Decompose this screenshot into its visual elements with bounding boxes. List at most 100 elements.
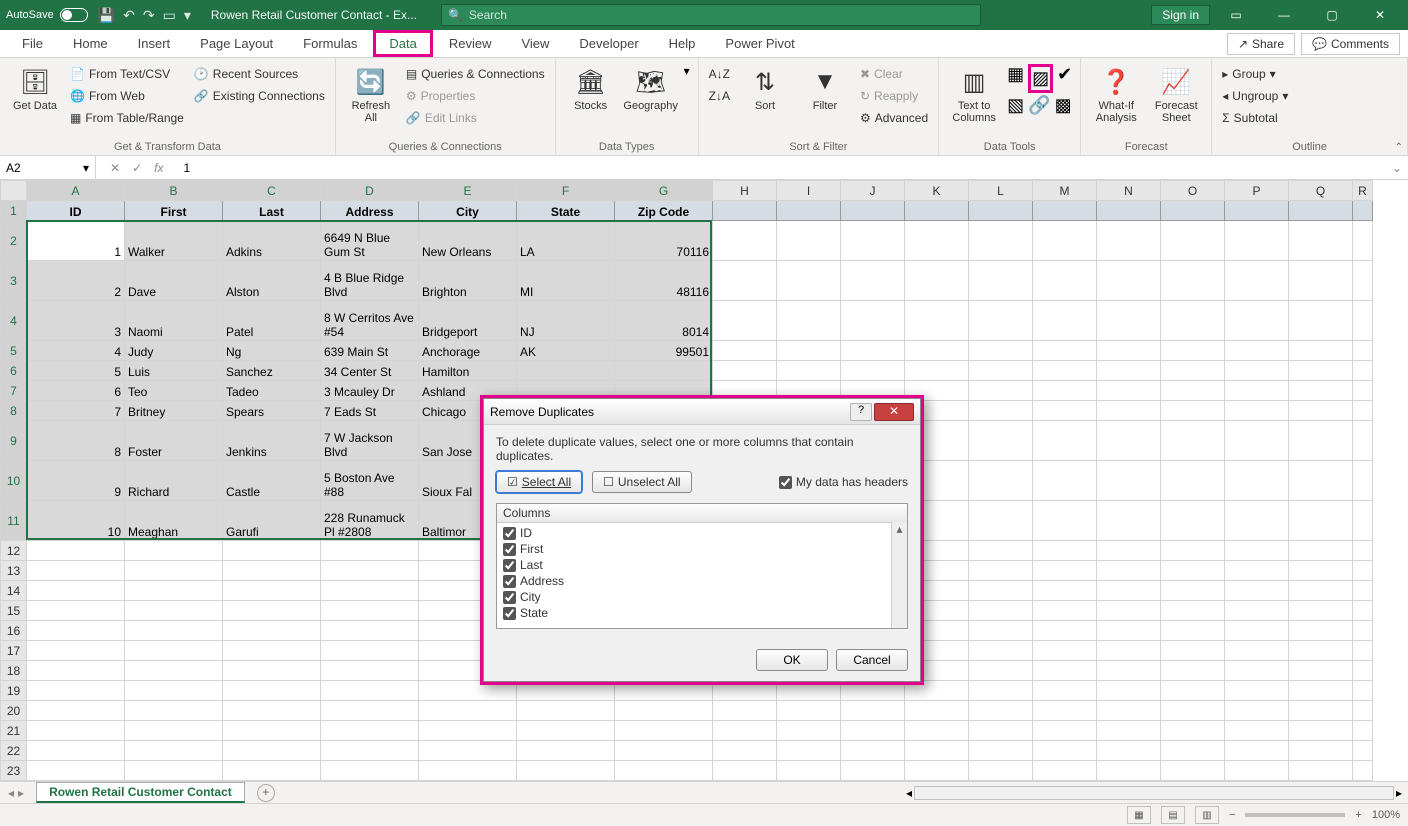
cell[interactable]	[841, 341, 905, 361]
cell[interactable]	[27, 641, 125, 661]
cell[interactable]	[321, 781, 419, 783]
tab-next-icon[interactable]: ▸	[18, 786, 24, 800]
cell[interactable]	[321, 641, 419, 661]
cell[interactable]	[1033, 541, 1097, 561]
cell[interactable]	[969, 721, 1033, 741]
cell[interactable]	[1353, 201, 1373, 221]
row-header[interactable]: 6	[1, 361, 27, 381]
cell[interactable]	[1353, 501, 1373, 541]
sort-button[interactable]: ⇅Sort	[738, 64, 792, 114]
undo-icon[interactable]: ↶	[123, 7, 135, 24]
cell[interactable]	[1289, 301, 1353, 341]
col-header[interactable]: R	[1353, 181, 1373, 201]
cell[interactable]	[1225, 341, 1289, 361]
advanced-filter-button[interactable]: ⚙Advanced	[858, 108, 930, 128]
cell[interactable]: 99501	[615, 341, 713, 361]
column-checkbox-item[interactable]: Last	[501, 557, 903, 573]
cell[interactable]: 7 Eads St	[321, 401, 419, 421]
cell[interactable]	[27, 721, 125, 741]
datatype-dropdown-icon[interactable]: ▾	[684, 64, 690, 78]
cell[interactable]: Luis	[125, 361, 223, 381]
cell[interactable]	[1225, 661, 1289, 681]
cell[interactable]	[905, 721, 969, 741]
cell[interactable]	[969, 221, 1033, 261]
cell[interactable]	[223, 541, 321, 561]
cell[interactable]: 6	[27, 381, 125, 401]
cell[interactable]	[1161, 621, 1225, 641]
cell[interactable]	[1097, 761, 1161, 781]
cell[interactable]	[125, 781, 223, 783]
cell[interactable]: Judy	[125, 341, 223, 361]
cell[interactable]: Richard	[125, 461, 223, 501]
row-header[interactable]: 17	[1, 641, 27, 661]
column-checkbox-item[interactable]: First	[501, 541, 903, 557]
cell[interactable]: Garufi	[223, 501, 321, 541]
cell[interactable]	[1033, 761, 1097, 781]
cell[interactable]	[905, 741, 969, 761]
cell[interactable]	[1161, 541, 1225, 561]
cell[interactable]	[841, 361, 905, 381]
select-all-cell[interactable]	[1, 181, 27, 201]
cell[interactable]	[777, 361, 841, 381]
whatif-button[interactable]: ❓What-If Analysis	[1089, 64, 1143, 126]
flash-fill-icon[interactable]: ▦	[1007, 64, 1024, 93]
tab-file[interactable]: File	[8, 32, 57, 55]
cell[interactable]	[1161, 401, 1225, 421]
cell[interactable]	[969, 781, 1033, 783]
table-header-cell[interactable]: Zip Code	[615, 201, 713, 221]
cell[interactable]	[1033, 401, 1097, 421]
cell[interactable]	[1289, 781, 1353, 783]
signin-button[interactable]: Sign in	[1151, 5, 1210, 25]
cell[interactable]	[1161, 561, 1225, 581]
sort-az-button[interactable]: A↓Z	[707, 64, 732, 84]
cell[interactable]	[1033, 341, 1097, 361]
cell[interactable]	[517, 741, 615, 761]
row-header[interactable]: 21	[1, 721, 27, 741]
row-header[interactable]: 15	[1, 601, 27, 621]
text-to-columns-button[interactable]: ▥Text to Columns	[947, 64, 1001, 126]
cell[interactable]	[713, 341, 777, 361]
select-all-button[interactable]: ☑Select All	[496, 471, 582, 493]
cell[interactable]	[713, 721, 777, 741]
cell[interactable]	[1161, 261, 1225, 301]
cell[interactable]: 7	[27, 401, 125, 421]
cell[interactable]	[1225, 781, 1289, 783]
cell[interactable]	[1353, 301, 1373, 341]
row-header[interactable]: 14	[1, 581, 27, 601]
cell[interactable]	[125, 741, 223, 761]
cell[interactable]	[1289, 221, 1353, 261]
cell[interactable]	[1289, 421, 1353, 461]
cell[interactable]	[1033, 221, 1097, 261]
cell[interactable]: Brighton	[419, 261, 517, 301]
geography-button[interactable]: 🗺Geography	[624, 64, 678, 114]
sheet-tab-active[interactable]: Rowen Retail Customer Contact	[36, 782, 245, 803]
cell[interactable]	[969, 641, 1033, 661]
dialog-close-button[interactable]: ✕	[874, 403, 914, 421]
cell[interactable]	[27, 621, 125, 641]
table-header-cell[interactable]: Address	[321, 201, 419, 221]
cell[interactable]	[27, 781, 125, 783]
cell[interactable]	[27, 581, 125, 601]
cell[interactable]	[1033, 261, 1097, 301]
cell[interactable]: Spears	[223, 401, 321, 421]
cell[interactable]	[1289, 341, 1353, 361]
cell[interactable]	[1289, 621, 1353, 641]
cell[interactable]: 5	[27, 361, 125, 381]
cell[interactable]	[969, 541, 1033, 561]
cell[interactable]	[1161, 601, 1225, 621]
cell[interactable]	[1353, 741, 1373, 761]
cell[interactable]	[1225, 601, 1289, 621]
cell[interactable]	[615, 781, 713, 783]
cell[interactable]	[1353, 261, 1373, 301]
column-checkbox-item[interactable]: City	[501, 589, 903, 605]
cell[interactable]	[1161, 301, 1225, 341]
tab-pagelayout[interactable]: Page Layout	[186, 32, 287, 55]
cell[interactable]	[1033, 581, 1097, 601]
has-headers-checkbox[interactable]: My data has headers	[779, 475, 908, 489]
share-button[interactable]: ↗Share	[1227, 33, 1295, 55]
cell[interactable]	[1353, 361, 1373, 381]
cell[interactable]	[713, 361, 777, 381]
cell[interactable]	[1289, 381, 1353, 401]
col-header[interactable]: Q	[1289, 181, 1353, 201]
maximize-icon[interactable]: ▢	[1310, 0, 1354, 30]
